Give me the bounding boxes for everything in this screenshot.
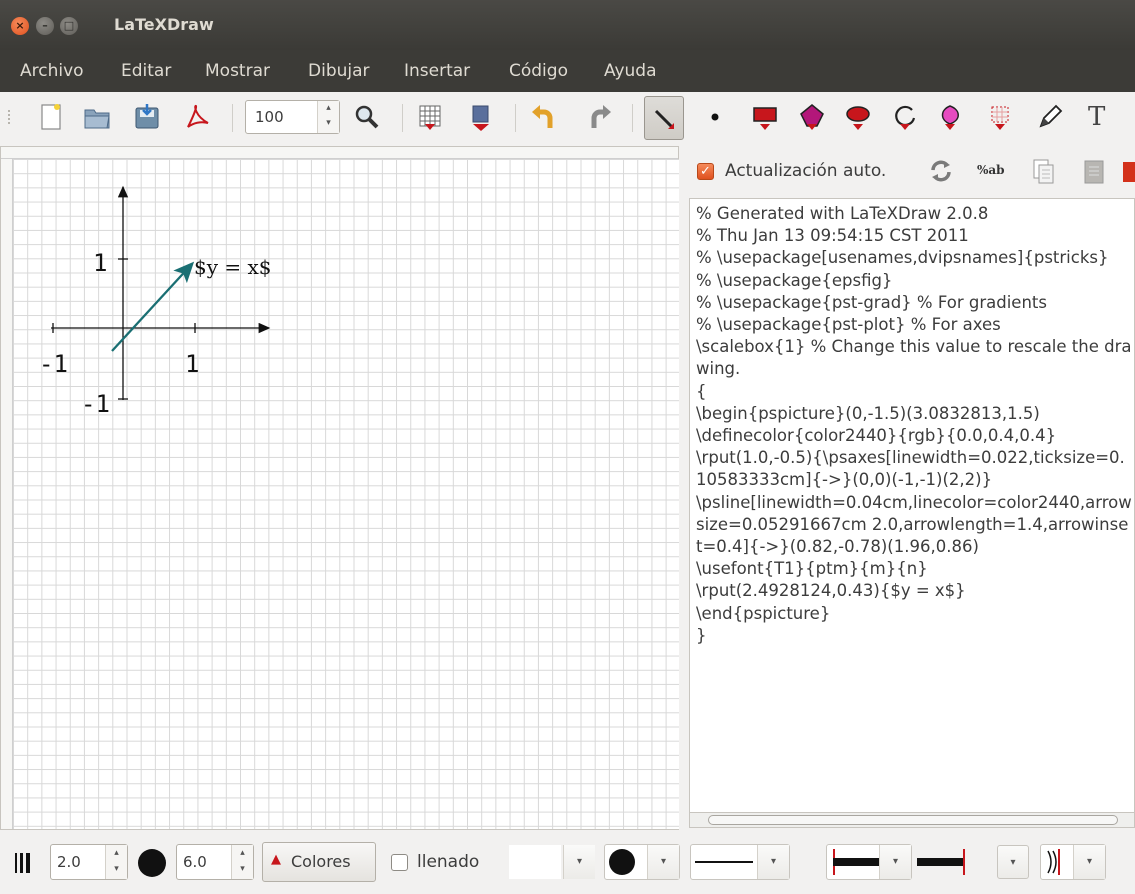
colors-triangle-icon: ▲ [271, 852, 281, 867]
menu-archivo[interactable]: Archivo [20, 61, 84, 81]
chevron-down-icon[interactable]: ▾ [1073, 845, 1105, 879]
bezier-icon[interactable] [935, 102, 965, 132]
close-window-button[interactable]: × [11, 17, 29, 35]
dot-size-spinbox[interactable]: 6.0 ▴ ▾ [176, 844, 254, 880]
dot-size-spin-buttons[interactable]: ▴ ▾ [231, 845, 253, 879]
zoom-spin-buttons[interactable]: ▴ ▾ [317, 101, 339, 133]
right-arrow-style-combo[interactable]: ▾ [916, 844, 1030, 880]
title-bar: × – □ LaTeXDraw [0, 0, 1135, 50]
select-arrow-icon [654, 109, 674, 129]
toolbar-grip-icon[interactable] [8, 110, 12, 124]
line-width-spinbox[interactable]: 2.0 ▴ ▾ [50, 844, 128, 880]
zoom-spinbox[interactable]: 100 ▴ ▾ [245, 100, 340, 134]
dot-size-value: 6.0 [183, 853, 207, 871]
menu-mostrar[interactable]: Mostrar [205, 61, 270, 81]
zoom-icon[interactable] [352, 102, 382, 132]
redo-icon[interactable] [585, 102, 615, 132]
maximize-window-button[interactable]: □ [60, 17, 78, 35]
chevron-down-icon[interactable]: ▾ [997, 845, 1029, 879]
pdf-export-icon[interactable] [183, 102, 213, 132]
menu-editar[interactable]: Editar [121, 61, 171, 81]
dot-icon[interactable] [700, 102, 730, 132]
dot-size-icon [138, 849, 166, 877]
menu-dibujar[interactable]: Dibujar [308, 61, 370, 81]
code-toolbar: ✓ Actualización auto. %ab [681, 146, 1135, 196]
scrollbar-thumb[interactable] [708, 815, 1118, 825]
y-tick-label-neg1: -1 [81, 390, 110, 418]
fill-checkbox[interactable] [391, 854, 408, 871]
code-horizontal-scrollbar[interactable] [689, 812, 1135, 828]
y-tick-label-1: 1 [93, 249, 107, 277]
line-style-combo[interactable]: ▾ [690, 844, 790, 880]
line-width-value: 2.0 [57, 853, 81, 871]
rectangle-icon[interactable] [750, 102, 780, 132]
drawing-svg[interactable]: 1 -1 1 -1 $y = x$ [1, 147, 680, 831]
y-equals-x-line[interactable] [111, 261, 195, 352]
main-toolbar: 100 ▴ ▾ T [0, 92, 1135, 144]
line-thickness-icon [15, 853, 30, 873]
chevron-down-icon[interactable]: ▾ [647, 845, 679, 879]
menu-bar: Archivo Editar Mostrar Dibujar Insertar … [0, 50, 1135, 92]
export-icon[interactable] [465, 102, 495, 132]
left-arrow-style-combo[interactable]: ▾ [826, 844, 912, 880]
arrow-end-icon [917, 849, 965, 875]
pencil-icon[interactable] [1035, 102, 1065, 132]
dot-style-combo[interactable]: ▾ [604, 844, 680, 880]
refresh-icon[interactable] [928, 158, 954, 184]
menu-insertar[interactable]: Insertar [404, 61, 470, 81]
line-style-icon [695, 861, 753, 863]
fill-style-combo[interactable]: ▾ [508, 844, 596, 880]
undo-icon[interactable] [530, 102, 560, 132]
x-tick-label-1: 1 [185, 350, 199, 378]
menu-codigo[interactable]: Código [509, 61, 568, 81]
grid-icon[interactable] [415, 102, 445, 132]
code-panel: ✓ Actualización auto. %ab % Generated wi… [681, 146, 1135, 830]
save-icon[interactable] [132, 102, 162, 132]
line-width-spin-buttons[interactable]: ▴ ▾ [105, 845, 127, 879]
arrow-start-icon [833, 849, 879, 875]
chevron-down-icon[interactable]: ▾ [563, 845, 595, 879]
fill-label: llenado [417, 852, 480, 872]
ellipse-icon[interactable] [843, 102, 873, 132]
colors-button-label: Colores [291, 852, 351, 871]
copy-icon[interactable] [1031, 158, 1057, 186]
minimize-window-button[interactable]: – [36, 17, 54, 35]
x-tick-label-neg1: -1 [39, 350, 68, 378]
new-file-icon[interactable] [36, 102, 66, 132]
chevron-down-icon[interactable]: ▾ [879, 845, 911, 879]
grid-shape-icon[interactable] [985, 102, 1015, 132]
equation-label[interactable]: $y = x$ [194, 255, 272, 279]
zoom-value: 100 [255, 108, 284, 126]
drawing-canvas[interactable]: 1 -1 1 -1 $y = x$ [0, 146, 679, 830]
close-code-icon[interactable] [1121, 160, 1135, 184]
auto-update-checkbox[interactable]: ✓ [697, 163, 714, 180]
pstricks-code-editor[interactable]: % Generated with LaTeXDraw 2.0.8 % Thu J… [689, 198, 1135, 814]
double-line-icon [1047, 849, 1060, 875]
window-title: LaTeXDraw [114, 15, 214, 34]
format-code-button[interactable]: %ab [977, 163, 1005, 177]
select-all-icon[interactable] [1081, 158, 1107, 186]
pstricks-code[interactable]: % Generated with LaTeXDraw 2.0.8 % Thu J… [696, 203, 1132, 647]
select-tool-button[interactable] [644, 96, 684, 140]
text-icon[interactable]: T [1088, 102, 1105, 132]
double-line-combo[interactable]: ▾ [1040, 844, 1106, 880]
polygon-icon[interactable] [797, 102, 827, 132]
auto-update-label: Actualización auto. [725, 161, 887, 181]
dot-style-icon [609, 849, 635, 875]
chevron-down-icon[interactable]: ▾ [757, 845, 789, 879]
arc-icon[interactable] [890, 102, 920, 132]
menu-ayuda[interactable]: Ayuda [604, 61, 657, 81]
open-folder-icon[interactable] [82, 102, 112, 132]
colors-button[interactable]: ▲ Colores [262, 842, 376, 882]
properties-bar: 2.0 ▴ ▾ 6.0 ▴ ▾ ▲ Colores llenado ▾ ▾ ▾ ▾ … [0, 830, 1135, 894]
